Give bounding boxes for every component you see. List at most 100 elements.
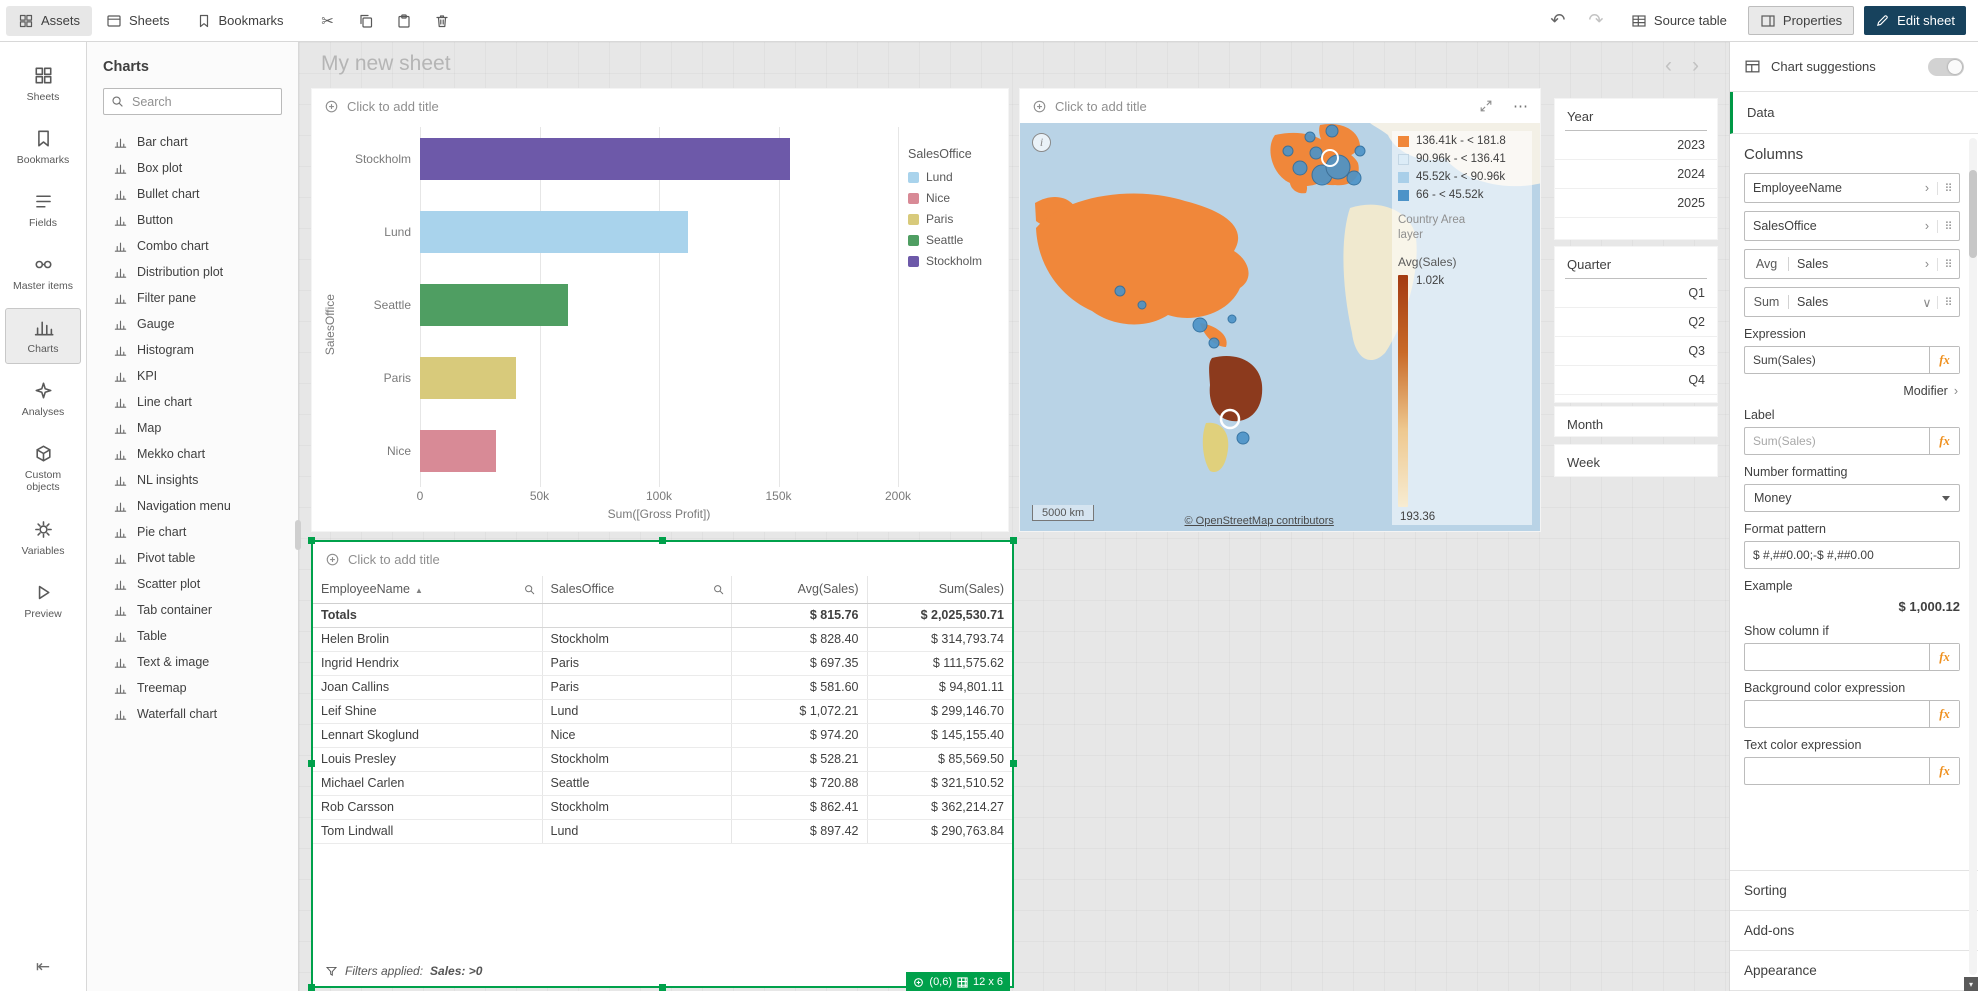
bar-nice[interactable]	[420, 430, 496, 472]
info-icon[interactable]: i	[1032, 133, 1051, 152]
selection-handle-s[interactable]	[659, 984, 666, 991]
sidebar-item-preview[interactable]: Preview	[5, 573, 81, 629]
map-body[interactable]: i 136.41k - < 181.890.96k - < 136.4145.5…	[1020, 123, 1540, 531]
chart-type-navigation-menu[interactable]: Navigation menu	[87, 493, 298, 519]
expand-button[interactable]	[1479, 99, 1493, 113]
chart-type-text-image[interactable]: Text & image	[87, 649, 298, 675]
map-attribution-link[interactable]: © OpenStreetMap contributors	[1185, 515, 1334, 527]
chart-type-pie-chart[interactable]: Pie chart	[87, 519, 298, 545]
drag-handle-icon[interactable]: ⠿	[1937, 258, 1959, 271]
properties-scrollbar[interactable]	[1969, 138, 1977, 975]
filter-pane-month[interactable]: Month	[1554, 406, 1718, 437]
background-color-fx-button[interactable]: fx	[1929, 701, 1959, 727]
overflow-menu-button[interactable]: ⋯	[1513, 97, 1528, 115]
table-row[interactable]: Michael CarlenSeattle$ 720.88$ 321,510.5…	[313, 771, 1012, 795]
chart-type-nl-insights[interactable]: NL insights	[87, 467, 298, 493]
column-search-icon[interactable]	[523, 583, 536, 596]
chevron-right-icon[interactable]: ›	[1917, 181, 1937, 195]
legend-entry-paris[interactable]: Paris	[908, 212, 998, 226]
filter-value-2025[interactable]: 2025	[1555, 189, 1717, 218]
legend-entry-nice[interactable]: Nice	[908, 191, 998, 205]
section-sorting[interactable]: Sorting	[1730, 871, 1978, 911]
sidebar-item-fields[interactable]: Fields	[5, 182, 81, 238]
properties-button[interactable]: Properties	[1748, 6, 1854, 35]
chart-type-distribution-plot[interactable]: Distribution plot	[87, 259, 298, 285]
table-row[interactable]: Tom LindwallLund$ 897.42$ 290,763.84	[313, 819, 1012, 843]
drag-handle-icon[interactable]: ⠿	[1937, 220, 1959, 233]
column-header-salesoffice[interactable]: SalesOffice	[542, 576, 731, 603]
filter-pane-year[interactable]: Year 202320242025	[1554, 98, 1718, 240]
drag-handle-icon[interactable]: ⠿	[1937, 296, 1959, 309]
tab-sheets[interactable]: Sheets	[94, 6, 181, 36]
chart-type-bullet-chart[interactable]: Bullet chart	[87, 181, 298, 207]
text-color-fx-button[interactable]: fx	[1929, 758, 1959, 784]
drag-handle-icon[interactable]: ⠿	[1937, 182, 1959, 195]
background-color-input[interactable]	[1745, 701, 1929, 727]
table-row[interactable]: Helen BrolinStockholm$ 828.40$ 314,793.7…	[313, 627, 1012, 651]
column-header-employeename[interactable]: EmployeeName▲	[313, 576, 542, 603]
column-chip-sum-sales[interactable]: SumSales∨⠿	[1744, 287, 1960, 317]
show-column-if-fx-button[interactable]: fx	[1929, 644, 1959, 670]
chart-type-tab-container[interactable]: Tab container	[87, 597, 298, 623]
filter-value-2023[interactable]: 2023	[1555, 131, 1717, 160]
sidebar-item-variables[interactable]: Variables	[5, 510, 81, 566]
chevron-down-icon[interactable]: ∨	[1917, 295, 1937, 310]
chart-type-pivot-table[interactable]: Pivot table	[87, 545, 298, 571]
scrollbar-thumb[interactable]	[1969, 170, 1977, 258]
column-chip-avg-sales[interactable]: AvgSales›⠿	[1744, 249, 1960, 279]
table-row[interactable]: Ingrid HendrixParis$ 697.35$ 111,575.62	[313, 651, 1012, 675]
chevron-right-icon[interactable]: ›	[1917, 219, 1937, 233]
selection-handle-sw[interactable]	[308, 984, 315, 991]
sidebar-item-bookmarks[interactable]: Bookmarks	[5, 119, 81, 175]
selection-handle-nw[interactable]	[308, 537, 315, 544]
map-title-row[interactable]: Click to add title ⋯	[1020, 89, 1540, 123]
bar-seattle[interactable]	[420, 284, 568, 326]
chart-type-scatter-plot[interactable]: Scatter plot	[87, 571, 298, 597]
section-appearance[interactable]: Appearance	[1730, 951, 1978, 991]
collapse-panel-button[interactable]: ⇤	[36, 957, 50, 977]
chart-type-map[interactable]: Map	[87, 415, 298, 441]
prev-sheet-button[interactable]: ‹	[1665, 54, 1672, 78]
format-pattern-input[interactable]	[1745, 542, 1959, 568]
label-input[interactable]	[1745, 428, 1929, 454]
chart-type-button[interactable]: Button	[87, 207, 298, 233]
chart-type-table[interactable]: Table	[87, 623, 298, 649]
filter-pane-quarter[interactable]: Quarter Q1Q2Q3Q4	[1554, 246, 1718, 403]
filter-value-q4[interactable]: Q4	[1555, 366, 1717, 395]
expression-fx-button[interactable]: fx	[1929, 347, 1959, 373]
sidebar-item-analyses[interactable]: Analyses	[5, 371, 81, 427]
bar-chart-card[interactable]: Click to add title SalesOffice Stockholm…	[311, 88, 1009, 532]
table-row[interactable]: Rob CarssonStockholm$ 862.41$ 362,214.27	[313, 795, 1012, 819]
filter-pane-week[interactable]: Week	[1554, 444, 1718, 477]
filter-quarter-title[interactable]: Quarter	[1565, 252, 1707, 279]
chart-type-kpi[interactable]: KPI	[87, 363, 298, 389]
chart-type-line-chart[interactable]: Line chart	[87, 389, 298, 415]
panel-resize-handle[interactable]	[295, 520, 301, 550]
filter-year-title[interactable]: Year	[1565, 104, 1707, 131]
chart-type-box-plot[interactable]: Box plot	[87, 155, 298, 181]
chart-type-treemap[interactable]: Treemap	[87, 675, 298, 701]
filter-value-q2[interactable]: Q2	[1555, 308, 1717, 337]
number-formatting-select[interactable]: Money	[1744, 484, 1960, 512]
chart-type-combo-chart[interactable]: Combo chart	[87, 233, 298, 259]
selection-handle-e[interactable]	[1010, 760, 1017, 767]
tab-assets[interactable]: Assets	[6, 6, 92, 36]
filter-month-title[interactable]: Month	[1565, 412, 1707, 437]
legend-entry-lund[interactable]: Lund	[908, 170, 998, 184]
chart-type-bar-chart[interactable]: Bar chart	[87, 129, 298, 155]
table-row[interactable]: Lennart SkoglundNice$ 974.20$ 145,155.40	[313, 723, 1012, 747]
table-row[interactable]: Louis PresleyStockholm$ 528.21$ 85,569.5…	[313, 747, 1012, 771]
chart-suggestions-toggle[interactable]	[1928, 58, 1964, 76]
bar-paris[interactable]	[420, 357, 516, 399]
undo-button[interactable]: ↶	[1544, 7, 1572, 35]
redo-button[interactable]: ↷	[1582, 7, 1610, 35]
next-sheet-button[interactable]: ›	[1692, 54, 1699, 78]
selection-handle-w[interactable]	[308, 760, 315, 767]
sidebar-item-sheets[interactable]: Sheets	[5, 56, 81, 112]
delete-button[interactable]	[428, 7, 456, 35]
legend-entry-stockholm[interactable]: Stockholm	[908, 254, 998, 268]
modifier-toggle[interactable]: Modifier ›	[1746, 384, 1958, 398]
text-color-input[interactable]	[1745, 758, 1929, 784]
section-add-ons[interactable]: Add-ons	[1730, 911, 1978, 951]
tab-data[interactable]: Data	[1730, 92, 1978, 134]
